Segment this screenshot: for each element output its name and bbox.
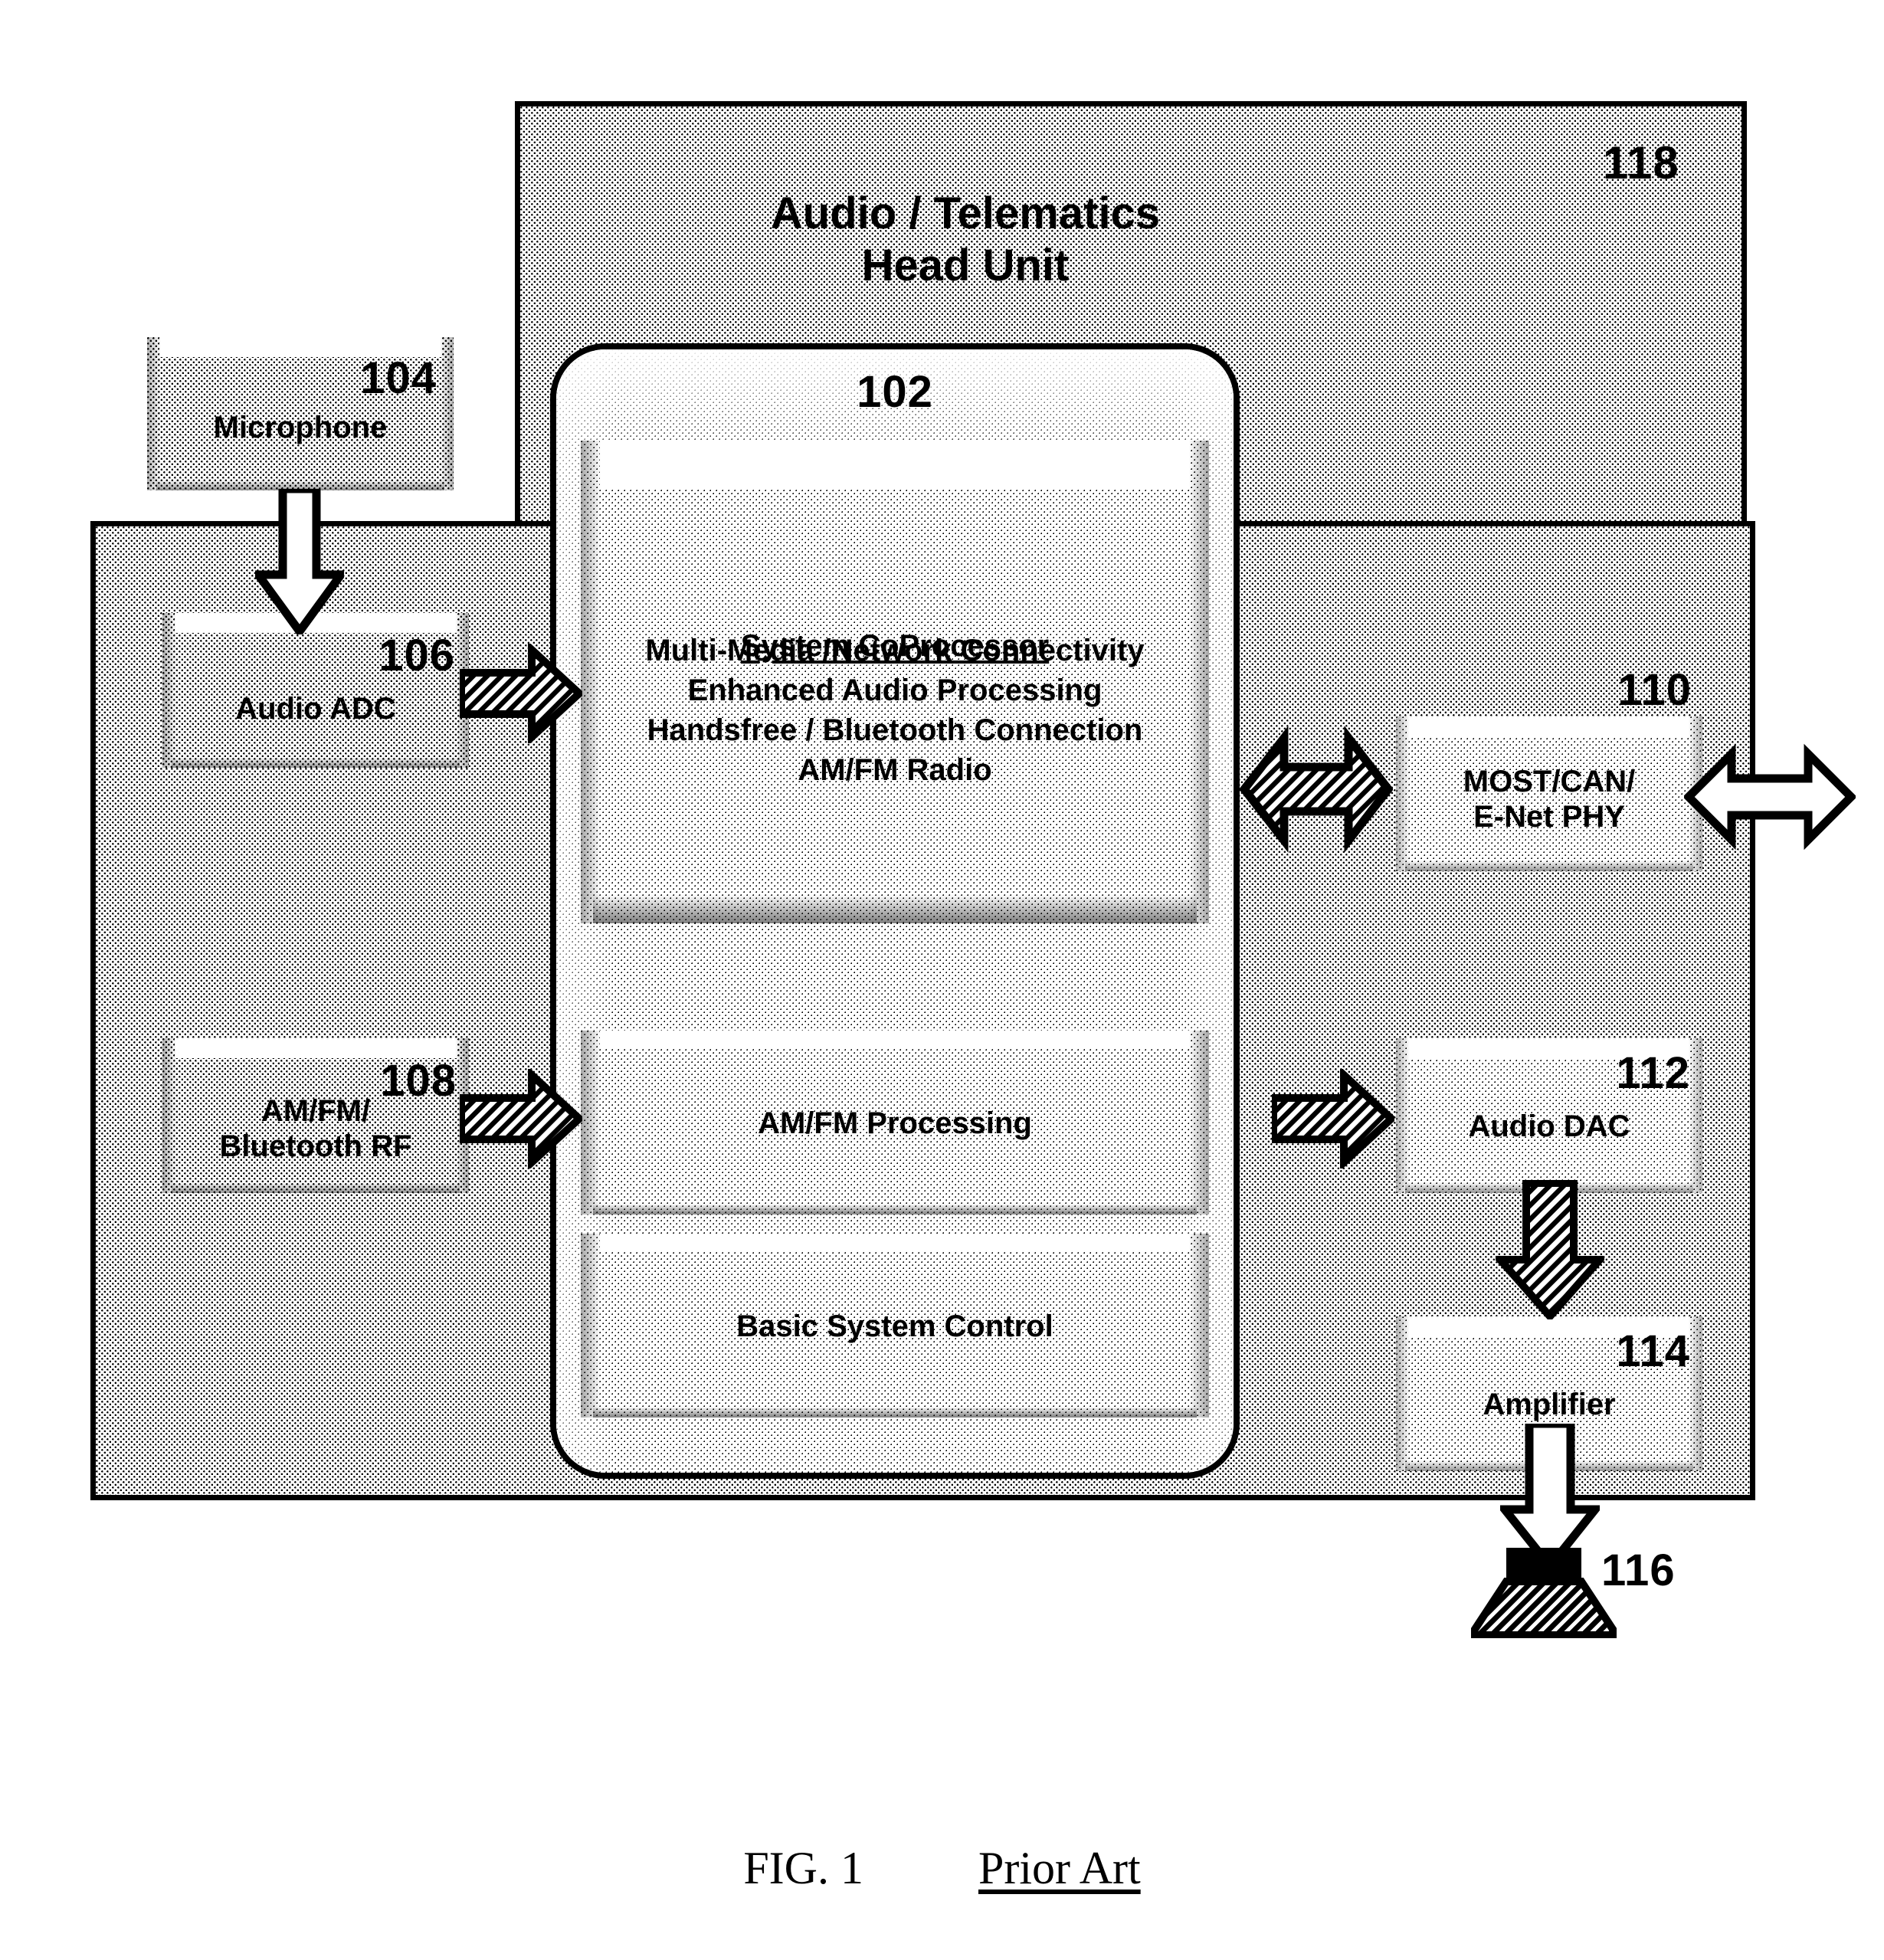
ref-number-112: 112 <box>1616 1048 1690 1098</box>
panel-coprocessor-shade-bottom <box>593 894 1197 923</box>
panel-bsc-heading: Basic System Control <box>736 1309 1053 1343</box>
panel-coprocessor-lines: Multi-Media /Network Connectivity Enhanc… <box>645 634 1145 787</box>
most-can-label: MOST/CAN/ E-Net PHY <box>1463 765 1636 834</box>
microphone-label: Microphone <box>213 411 388 444</box>
panel-bsc-shade-bottom <box>593 1406 1197 1418</box>
audio-adc-label: Audio ADC <box>235 692 396 726</box>
panel-amfm-highlight <box>599 1031 1191 1049</box>
arrow-right-hatched-icon <box>1272 1069 1394 1168</box>
figure-canvas: 118 Audio / Telematics Head Unit 104 Mic… <box>0 0 1884 1960</box>
speaker-glyph <box>1463 1548 1624 1639</box>
arrow-bidirectional-hatched-icon <box>1240 725 1393 854</box>
rf-shade-bottom <box>172 1182 460 1193</box>
ref-number-104: 104 <box>360 353 437 403</box>
ref-number-106: 106 <box>378 631 455 680</box>
audio-adc-shade-bottom <box>172 756 460 768</box>
most-can-shade-bottom <box>1405 860 1693 871</box>
panel-coprocessor-highlight <box>599 441 1191 489</box>
head-unit-title: Audio / Telematics Head Unit <box>770 188 1161 291</box>
audio-adc-block: 106 Audio ADC <box>162 613 469 768</box>
audio-adc-shade-left <box>162 613 176 768</box>
most-can-enet-phy-block: 110 MOST/CAN/ E-Net PHY <box>1396 665 1702 871</box>
arrow-adc-to-coprocessor <box>460 644 582 743</box>
panel-system-coprocessor: System CoProcessor Multi-Media /Network … <box>581 441 1209 923</box>
arrow-bidirectional-outline-icon <box>1684 743 1856 851</box>
arrow-amfm-to-dac <box>1272 1069 1394 1168</box>
ref-number-116: 116 <box>1601 1545 1676 1595</box>
audio-dac-block: 112 Audio DAC <box>1396 1038 1702 1193</box>
panel-amfm-shade-bottom <box>593 1203 1197 1214</box>
arrow-rf-to-amfm <box>460 1069 582 1168</box>
arrow-right-hatched-icon <box>460 644 582 743</box>
prior-art-label: Prior Art <box>978 1843 1141 1893</box>
panel-amfm-processing: AM/FM Processing <box>581 1031 1209 1214</box>
most-can-highlight-top <box>1408 716 1690 737</box>
panel-bsc-highlight <box>599 1234 1191 1252</box>
arrow-down-hatched-icon <box>1496 1180 1604 1319</box>
ref-number-108: 108 <box>380 1056 457 1106</box>
figure-number: FIG. 1 <box>743 1843 863 1893</box>
panel-amfm-heading: AM/FM Processing <box>758 1106 1032 1140</box>
speaker-icon <box>1463 1548 1624 1642</box>
audio-dac-label: Audio DAC <box>1468 1109 1630 1143</box>
ref-number-102: 102 <box>857 367 933 417</box>
ref-number-110: 110 <box>1617 665 1692 715</box>
arrow-mic-to-adc <box>255 489 344 634</box>
ref-number-114: 114 <box>1616 1326 1690 1376</box>
amfm-bluetooth-rf-block: 108 AM/FM/ Bluetooth RF <box>162 1038 469 1193</box>
figure-caption: FIG. 1 Prior Art <box>0 1842 1884 1895</box>
arrow-right-hatched-icon <box>460 1069 582 1168</box>
ref-number-118: 118 <box>1603 137 1679 188</box>
microphone-block: 104 Microphone <box>147 337 454 490</box>
arrow-coprocessor-to-most <box>1240 716 1393 862</box>
arrow-most-external <box>1684 736 1856 858</box>
amplifier-label: Amplifier <box>1483 1388 1616 1421</box>
arrow-down-outline-icon <box>255 489 344 634</box>
panel-basic-system-control: Basic System Control <box>581 1234 1209 1418</box>
arrow-dac-to-amplifier <box>1496 1180 1604 1319</box>
